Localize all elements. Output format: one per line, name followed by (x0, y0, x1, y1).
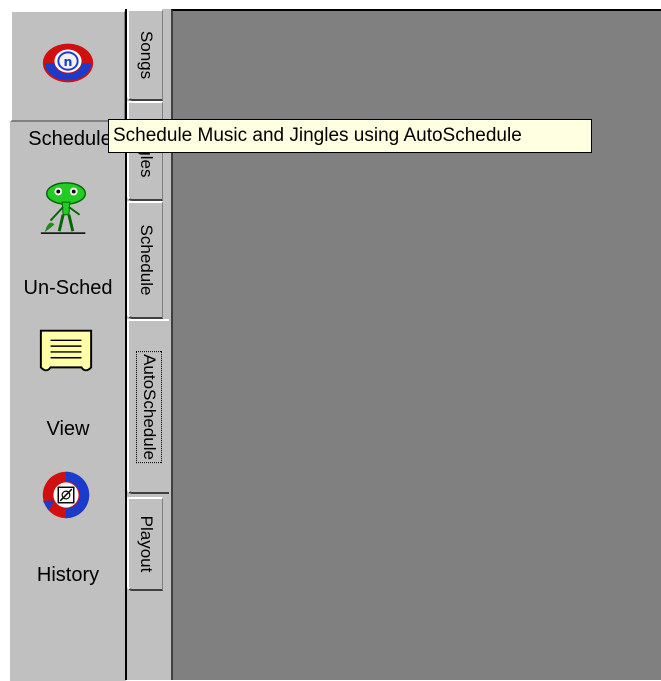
view-label: View (46, 418, 90, 440)
schedule-logo-icon: n (42, 43, 94, 83)
history-button[interactable]: History (10, 460, 126, 586)
tooltip: Schedule Music and Jingles using AutoSch… (108, 119, 592, 153)
tab-playout[interactable]: Playout (127, 497, 163, 591)
history-label: History (36, 564, 100, 586)
vertical-tab-strip: Songs Jingles Schedule AutoSchedule Play… (127, 9, 171, 680)
tab-songs[interactable]: Songs (127, 9, 163, 101)
main-work-area[interactable] (171, 9, 661, 680)
history-logo-icon (42, 471, 90, 519)
svg-text:n: n (64, 54, 73, 69)
un-sched-button[interactable]: Un-Sched (10, 170, 126, 299)
tab-songs-label: Songs (136, 30, 156, 80)
schedule-button[interactable]: n Schedule (10, 10, 126, 150)
alien-creature-icon (40, 182, 87, 234)
tab-autoschedule-label: AutoSchedule (138, 337, 160, 476)
left-toolbar: n Schedule Un-Sched View History (9, 9, 126, 681)
tab-schedule-label: Schedule (136, 224, 156, 296)
un-sched-label: Un-Sched (23, 277, 113, 299)
tab-autoschedule[interactable]: AutoSchedule (127, 319, 169, 494)
view-button[interactable]: View (10, 315, 126, 440)
tab-playout-label: Playout (136, 515, 156, 573)
tab-schedule[interactable]: Schedule (127, 201, 163, 319)
note-paper-icon (39, 329, 93, 372)
